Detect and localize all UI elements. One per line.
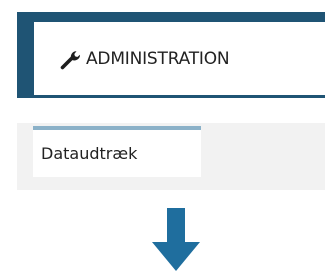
administration-tab[interactable]: ADMINISTRATION	[34, 22, 325, 95]
tab-dataudtraek[interactable]: Dataudtræk	[33, 126, 201, 177]
tab-dataudtraek-label: Dataudtræk	[41, 144, 138, 163]
administration-label: ADMINISTRATION	[86, 48, 230, 69]
wrench-icon	[58, 48, 82, 70]
screen: ADMINISTRATION Dataudtræk	[0, 0, 325, 271]
arrow-down-icon	[150, 208, 202, 271]
